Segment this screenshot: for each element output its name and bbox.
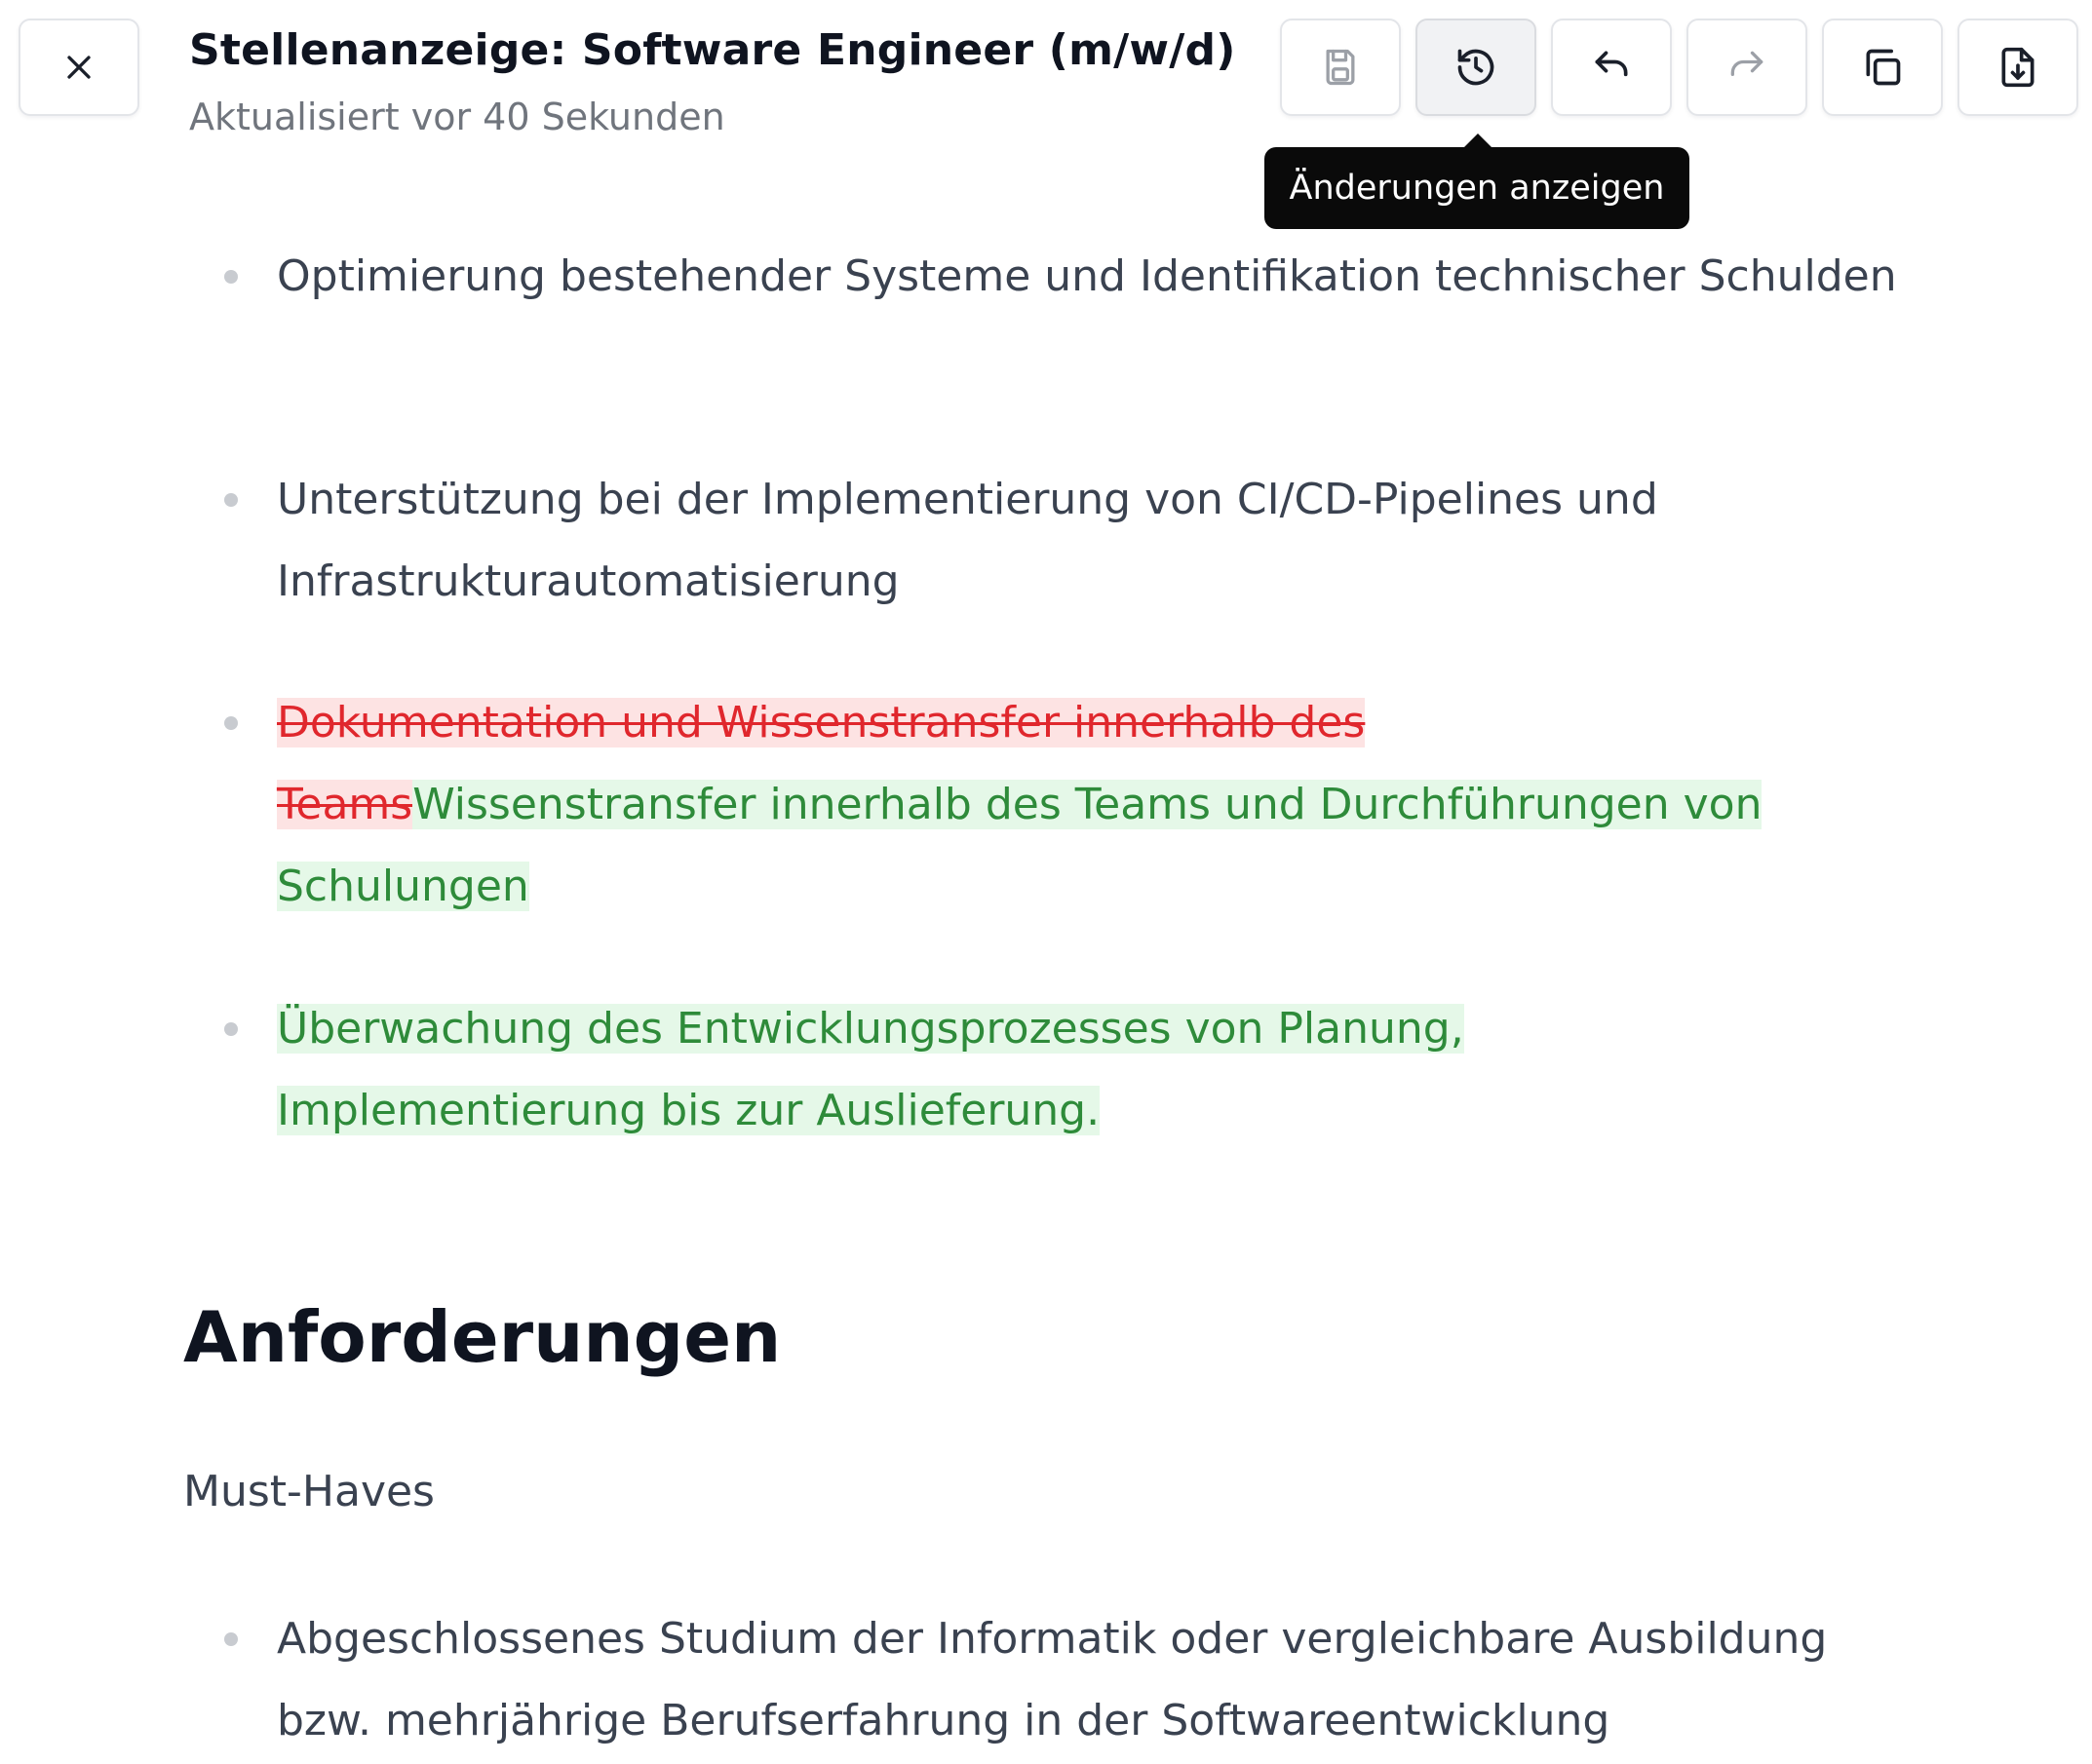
history-icon	[1457, 49, 1494, 86]
save-button[interactable]	[1280, 19, 1401, 116]
redo-button[interactable]	[1686, 19, 1807, 116]
save-icon	[1326, 49, 1355, 86]
copy-button[interactable]	[1822, 19, 1943, 116]
list-item[interactable]: Unterstützung bei der Implementierung vo…	[224, 459, 1934, 623]
list-item-text: Abgeschlossenes Studium der Informatik o…	[277, 1614, 1828, 1745]
list-item[interactable]: Abgeschlossenes Studium der Informatik o…	[224, 1598, 1934, 1762]
last-updated-label: Aktualisiert vor 40 Sekunden	[189, 96, 725, 138]
bullet-icon	[224, 1632, 238, 1646]
inserted-text: Wissenstransfer innerhalb des Teams und …	[277, 780, 1763, 911]
redo-icon	[1730, 51, 1763, 76]
section-heading: Anforderungen	[183, 1296, 782, 1378]
editor-toolbar	[1280, 19, 2078, 116]
bullet-icon	[224, 1022, 238, 1036]
list-item[interactable]: Optimierung bestehender Systeme und Iden…	[224, 236, 1934, 318]
undo-button[interactable]	[1551, 19, 1672, 116]
history-tooltip: Änderungen anzeigen	[1264, 147, 1689, 229]
close-icon	[67, 56, 91, 79]
bullet-icon	[224, 270, 238, 284]
list-item-text: Unterstützung bei der Implementierung vo…	[277, 475, 1658, 606]
list-item-text: Optimierung bestehender Systeme und Iden…	[277, 251, 1897, 301]
undo-icon	[1595, 51, 1628, 77]
bullet-icon	[224, 493, 238, 507]
close-button[interactable]	[19, 19, 139, 116]
file-download-icon	[2001, 47, 2034, 88]
history-button[interactable]	[1415, 19, 1536, 116]
download-button[interactable]	[1957, 19, 2078, 116]
list-item-inserted[interactable]: Überwachung des Entwicklungsprozesses vo…	[224, 988, 1817, 1152]
inserted-text: Überwachung des Entwicklungsprozesses vo…	[277, 1004, 1464, 1135]
bullet-icon	[224, 716, 238, 730]
sub-heading: Must-Haves	[183, 1467, 435, 1516]
copy-icon	[1866, 49, 1901, 86]
list-item-changed[interactable]: Dokumentation und Wissenstransfer innerh…	[224, 682, 1837, 928]
document-title: Stellenanzeige: Software Engineer (m/w/d…	[189, 25, 1236, 75]
